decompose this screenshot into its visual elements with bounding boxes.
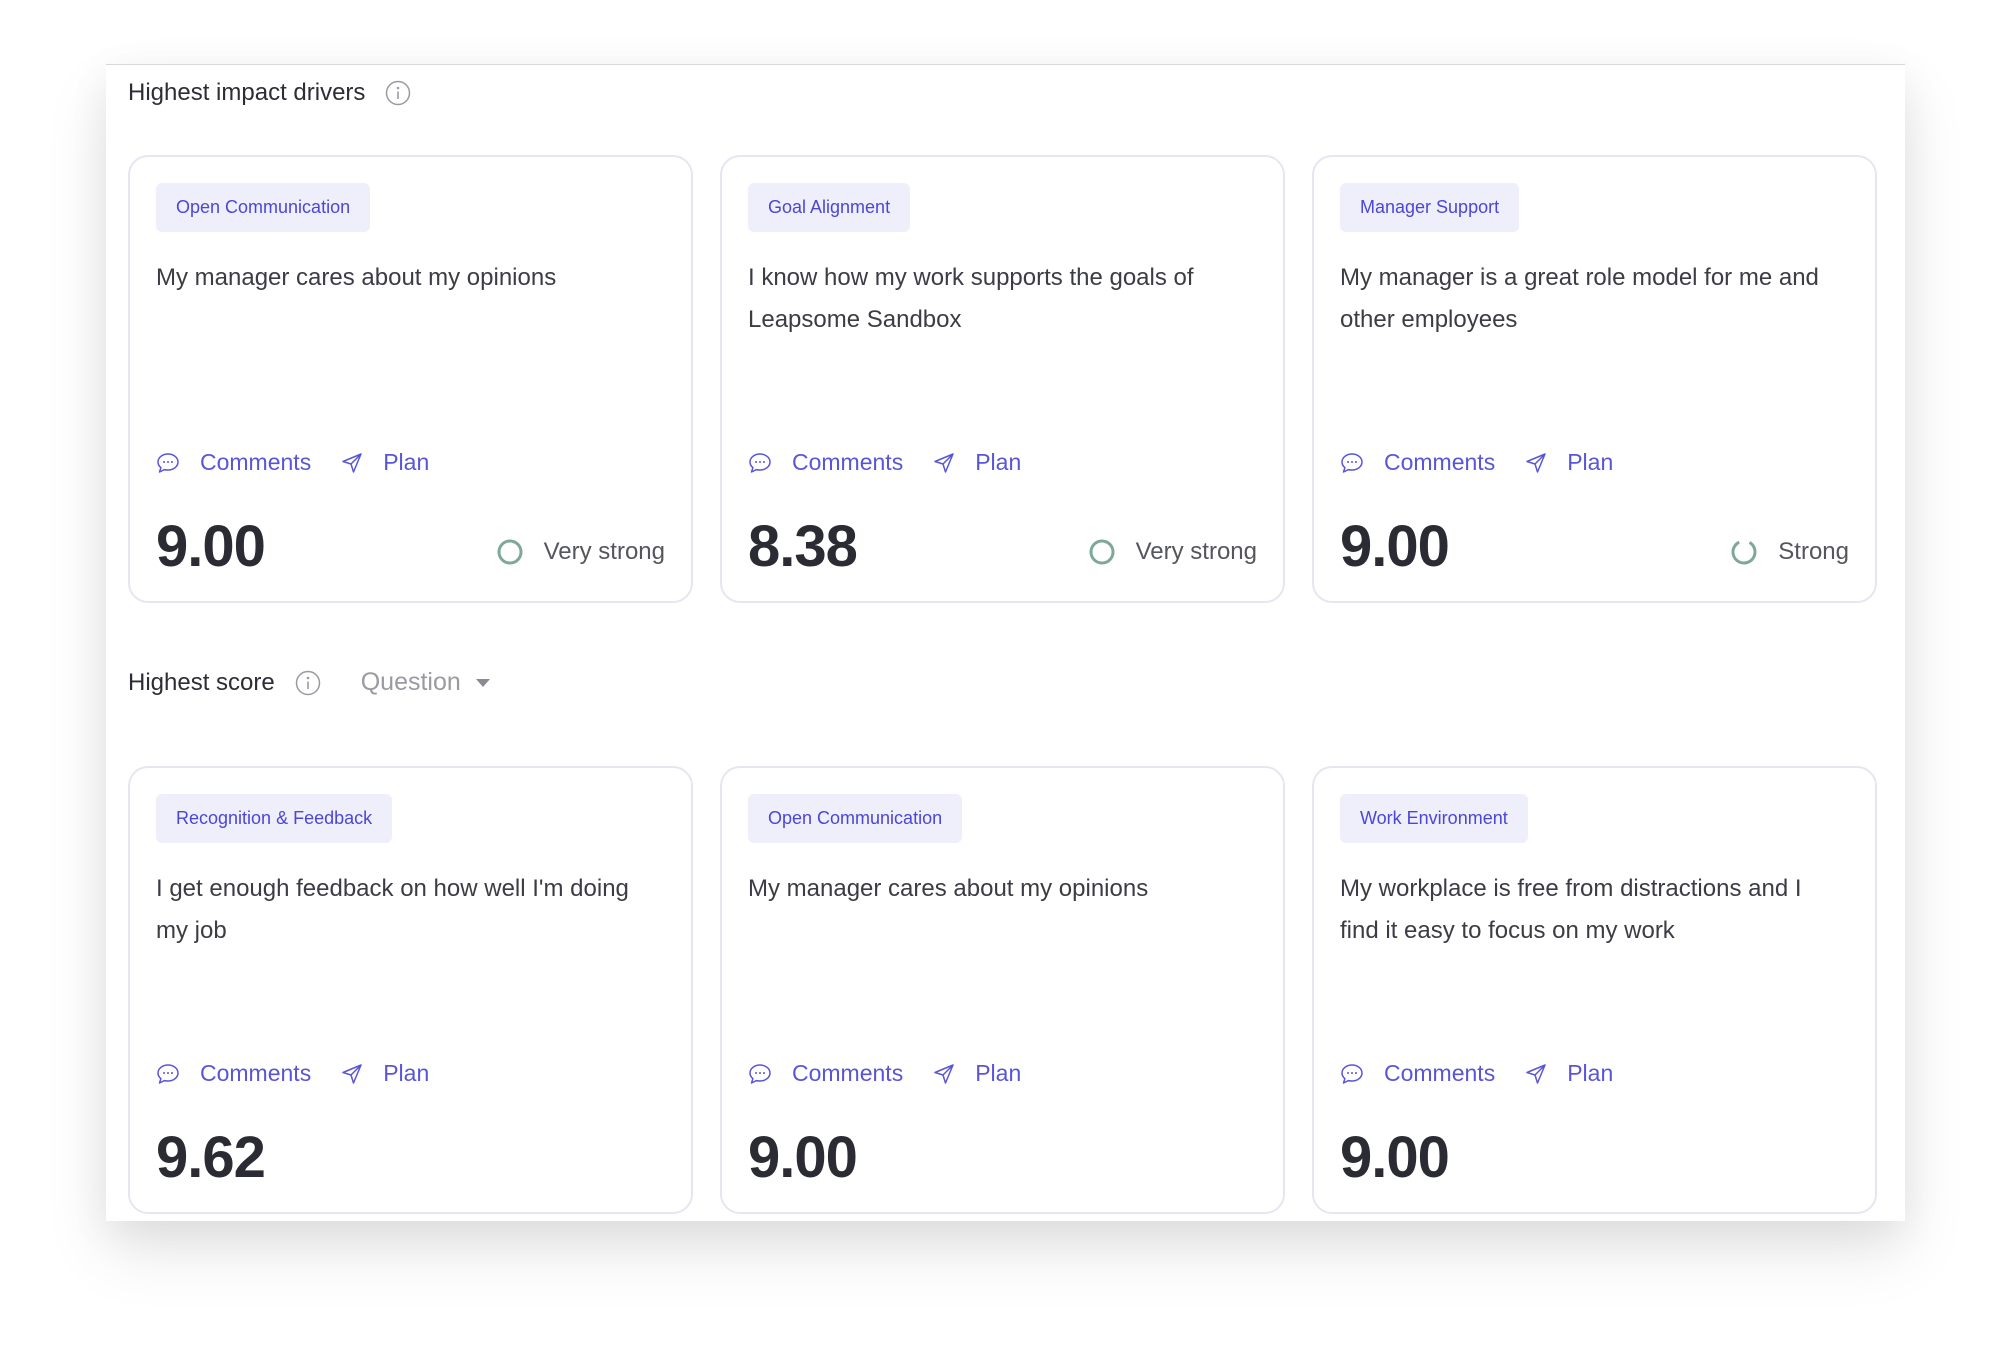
paper-plane-icon (933, 1063, 955, 1085)
comments-link[interactable]: Comments (748, 449, 903, 476)
info-icon[interactable] (385, 80, 411, 106)
score-card[interactable]: Work Environment My workplace is free fr… (1312, 766, 1877, 1214)
impact-section-header: Highest impact drivers (128, 79, 411, 107)
question-text: My manager cares about my opinions (156, 264, 557, 291)
plan-link[interactable]: Plan (933, 1060, 1021, 1087)
plan-link[interactable]: Plan (933, 449, 1021, 476)
card-actions: Comments Plan (748, 1060, 1021, 1087)
info-icon[interactable] (295, 670, 321, 696)
score-section-header: Highest score Question (128, 668, 491, 697)
comments-link[interactable]: Comments (1340, 1060, 1495, 1087)
comments-label: Comments (792, 449, 904, 475)
comments-link[interactable]: Comments (748, 1060, 903, 1087)
strength-label: Very strong (543, 538, 665, 565)
score-value: 8.38 (748, 514, 858, 579)
comments-link[interactable]: Comments (156, 1060, 311, 1087)
comments-label: Comments (200, 1060, 312, 1086)
comments-link[interactable]: Comments (1340, 449, 1495, 476)
paper-plane-icon (341, 452, 363, 474)
paper-plane-icon (341, 1063, 363, 1085)
score-card[interactable]: Recognition & Feedback I get enough feed… (128, 766, 693, 1214)
plan-link[interactable]: Plan (341, 449, 429, 476)
plan-link[interactable]: Plan (1525, 449, 1613, 476)
question-text: My workplace is free from distractions a… (1340, 875, 1802, 944)
score-cards-grid: Recognition & Feedback I get enough feed… (128, 766, 1877, 1214)
score-value: 9.00 (1340, 514, 1450, 579)
full-ring-icon (1088, 538, 1116, 566)
speech-bubble-icon (1340, 452, 1364, 474)
speech-bubble-icon (156, 452, 180, 474)
driver-card[interactable]: Goal Alignment I know how my work suppor… (720, 155, 1285, 603)
comments-label: Comments (200, 449, 312, 475)
question-text: My manager is a great role model for me … (1340, 264, 1819, 333)
paper-plane-icon (1525, 452, 1547, 474)
card-actions: Comments Plan (1340, 449, 1613, 476)
category-tag: Open Communication (156, 183, 371, 232)
category-tag: Recognition & Feedback (156, 794, 393, 843)
engagement-insights-panel: Highest impact drivers Open Communicatio… (106, 64, 1905, 1221)
category-tag: Open Communication (748, 794, 963, 843)
plan-link[interactable]: Plan (1525, 1060, 1613, 1087)
score-value: 9.62 (156, 1125, 266, 1190)
speech-bubble-icon (156, 1063, 180, 1085)
speech-bubble-icon (748, 452, 772, 474)
question-text: I know how my work supports the goals of… (748, 264, 1194, 333)
speech-bubble-icon (748, 1063, 772, 1085)
strength-label: Very strong (1135, 538, 1257, 565)
plan-label: Plan (1567, 1060, 1614, 1086)
card-actions: Comments Plan (156, 449, 429, 476)
score-value: 9.00 (156, 514, 266, 579)
plan-label: Plan (1567, 449, 1614, 475)
impact-cards-grid: Open Communication My manager cares abou… (128, 155, 1877, 603)
driver-card[interactable]: Open Communication My manager cares abou… (128, 155, 693, 603)
strength-indicator: Strong (1730, 538, 1849, 566)
comments-label: Comments (792, 1060, 904, 1086)
category-tag: Work Environment (1340, 794, 1528, 843)
full-ring-icon (496, 538, 524, 566)
question-text: I get enough feedback on how well I'm do… (156, 875, 629, 944)
partial-ring-icon (1730, 538, 1758, 566)
plan-label: Plan (975, 449, 1022, 475)
category-tag: Goal Alignment (748, 183, 911, 232)
paper-plane-icon (933, 452, 955, 474)
plan-label: Plan (975, 1060, 1022, 1086)
impact-section-title: Highest impact drivers (128, 79, 366, 106)
driver-card[interactable]: Manager Support My manager is a great ro… (1312, 155, 1877, 603)
plan-label: Plan (383, 1060, 430, 1086)
comments-link[interactable]: Comments (156, 449, 311, 476)
strength-label: Strong (1778, 538, 1849, 565)
category-tag: Manager Support (1340, 183, 1520, 232)
grouping-dropdown-value: Question (360, 668, 461, 696)
comments-label: Comments (1384, 449, 1496, 475)
score-card[interactable]: Open Communication My manager cares abou… (720, 766, 1285, 1214)
card-actions: Comments Plan (1340, 1060, 1613, 1087)
card-actions: Comments Plan (156, 1060, 429, 1087)
score-section-title: Highest score (128, 668, 275, 696)
card-actions: Comments Plan (748, 449, 1021, 476)
caret-down-icon (475, 678, 491, 688)
score-value: 9.00 (748, 1125, 858, 1190)
plan-link[interactable]: Plan (341, 1060, 429, 1087)
paper-plane-icon (1525, 1063, 1547, 1085)
strength-indicator: Very strong (496, 538, 665, 566)
grouping-dropdown[interactable]: Question (361, 668, 491, 697)
speech-bubble-icon (1340, 1063, 1364, 1085)
plan-label: Plan (383, 449, 430, 475)
score-value: 9.00 (1340, 1125, 1450, 1190)
comments-label: Comments (1384, 1060, 1496, 1086)
question-text: My manager cares about my opinions (748, 875, 1149, 902)
strength-indicator: Very strong (1088, 538, 1257, 566)
